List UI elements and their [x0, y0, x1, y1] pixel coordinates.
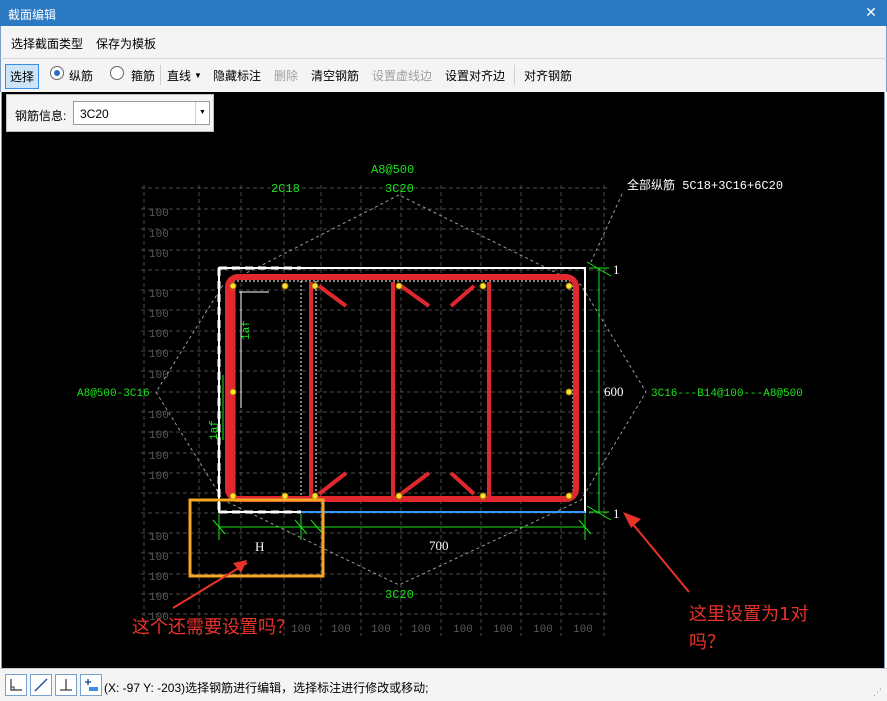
annotation-arrow-right [626, 516, 690, 593]
toolbar-divider [514, 65, 515, 85]
align-rebar-button[interactable]: 对齐钢筋 [524, 67, 572, 84]
note-left: 这个还需要设置吗？ [132, 617, 294, 638]
grid-spacing-label: 100 [149, 592, 169, 604]
grid-spacing-label: 100 [149, 249, 169, 261]
grid-spacing-label: 100 [149, 471, 169, 483]
top-left-rebar-label[interactable]: 2C18 [271, 182, 300, 196]
bottom-rebar-label[interactable]: 3C20 [385, 588, 414, 602]
h-dimension[interactable]: H [255, 539, 264, 554]
grid-spacing-label: 100 [149, 451, 169, 463]
all-longitudinal-label[interactable]: 全部纵筋 5C18+3C16+6C20 [627, 177, 783, 193]
annotation-arrow-left [172, 562, 248, 609]
top-stirrup-label[interactable]: A8@500 [371, 163, 414, 177]
add-dimension-icon[interactable] [80, 674, 102, 696]
vertical-dim-a[interactable]: 1af [241, 320, 253, 340]
leader-line [590, 191, 624, 263]
grid-spacing-label: 100 [149, 552, 169, 564]
height-dimension[interactable]: 600 [604, 384, 624, 399]
left-side-label[interactable]: A8@500-3C16 [77, 388, 150, 400]
window-title: 截面编辑 [8, 8, 57, 22]
grid-spacing-label: 100 [149, 349, 169, 361]
bottom-tick-label[interactable]: 1 [613, 506, 620, 521]
delete-button[interactable]: 删除 [274, 67, 298, 84]
grid-spacing-label: 100 [149, 532, 169, 544]
clear-rebar-button[interactable]: 清空钢筋 [311, 67, 359, 84]
chevron-down-icon: ▼ [194, 71, 202, 80]
width-dimension[interactable]: 700 [429, 538, 449, 553]
rebar-info-label: 钢筋信息: [15, 109, 67, 123]
set-align-edge-button[interactable]: 设置对齐边 [445, 67, 505, 84]
chevron-down-icon[interactable]: ▼ [195, 102, 209, 124]
line-label: 直线 [167, 69, 192, 83]
status-text: (X: -97 Y: -203)选择钢筋进行编辑，选择标注进行修改或移动; [104, 681, 429, 695]
toolbar: 选择 纵筋 箍筋 直线 ▼ 隐藏标注 删除 清空钢筋 设置虚线边 设置对齐边 对齐… [0, 58, 887, 92]
grid-spacing-label: 100 [371, 624, 391, 636]
set-dashed-edge-button[interactable]: 设置虚线边 [372, 67, 432, 84]
stirrup-hooks [317, 284, 476, 496]
drawing-canvas[interactable]: 100 100 100 100 100 100 100 100 100 100 100 100 100 1… [1, 92, 885, 668]
right-side-label[interactable]: 3C16---B14@100---A8@500 [651, 388, 803, 400]
snap-line-icon[interactable] [30, 674, 52, 696]
arrow-head-icon [623, 512, 641, 528]
grid-spacing-label: 100 [331, 624, 351, 636]
grid-spacing-label: 100 [149, 309, 169, 321]
grid-spacing-label: 100 [149, 329, 169, 341]
section-drawing[interactable]: 100 100 100 100 100 100 100 100 100 100 100 100 100 1… [2, 92, 886, 668]
grid-spacing-label: 100 [149, 430, 169, 442]
longitudinal-label[interactable]: 纵筋 [69, 67, 93, 84]
grid-spacing-label: 100 [149, 410, 169, 422]
section-outline [218, 267, 586, 513]
grid [141, 185, 607, 636]
grid-spacing-label: 100 [493, 624, 513, 636]
vertical-dim-b[interactable]: 1af [209, 420, 221, 440]
resize-grip-icon[interactable]: ⋰ [873, 687, 883, 697]
toolbar-divider [160, 65, 161, 85]
grid-spacing-label: 100 [149, 370, 169, 382]
rebar-info-select[interactable]: 3C20 ▼ [73, 101, 210, 125]
ortho-mode-icon[interactable] [5, 674, 27, 696]
grid-spacing-label: 100 [149, 289, 169, 301]
grid-spacing-label: 100 [573, 624, 593, 636]
close-icon[interactable]: ✕ [863, 4, 879, 20]
grid-spacing-label: 100 [533, 624, 553, 636]
grid-spacing-label: 100 [149, 572, 169, 584]
rebar-info-value[interactable]: 3C20 [80, 107, 109, 121]
select-button[interactable]: 选择 [5, 64, 40, 89]
line-dropdown[interactable]: 直线 ▼ [167, 67, 202, 84]
rebar-info-panel: 钢筋信息: 3C20 ▼ [6, 94, 214, 132]
menu-save-as-template[interactable]: 保存为模板 [96, 35, 156, 52]
perpendicular-icon[interactable] [55, 674, 77, 696]
grid-spacing-label: 100 [149, 229, 169, 241]
status-bar: (X: -97 Y: -203)选择钢筋进行编辑，选择标注进行修改或移动; ⋰ [0, 668, 887, 701]
longitudinal-radio[interactable] [50, 66, 64, 80]
menu-select-section-type[interactable]: 选择截面类型 [11, 35, 83, 52]
menu-bar: 选择截面类型 保存为模板 [0, 26, 887, 58]
note-right-line1: 这里设置为1对 [689, 604, 808, 625]
grid-spacing-label: 100 [149, 208, 169, 220]
title-bar: 截面编辑 ✕ [0, 0, 887, 26]
stirrup-label[interactable]: 箍筋 [131, 67, 155, 84]
note-right-line2: 吗？ [689, 632, 725, 653]
top-mid-rebar-label[interactable]: 3C20 [385, 182, 414, 196]
grid-spacing-label: 100 [453, 624, 473, 636]
grid-spacing-label: 100 [411, 624, 431, 636]
hide-annotation-button[interactable]: 隐藏标注 [213, 67, 261, 84]
top-tick-label[interactable]: 1 [613, 262, 620, 277]
stirrup-radio[interactable] [110, 66, 124, 80]
